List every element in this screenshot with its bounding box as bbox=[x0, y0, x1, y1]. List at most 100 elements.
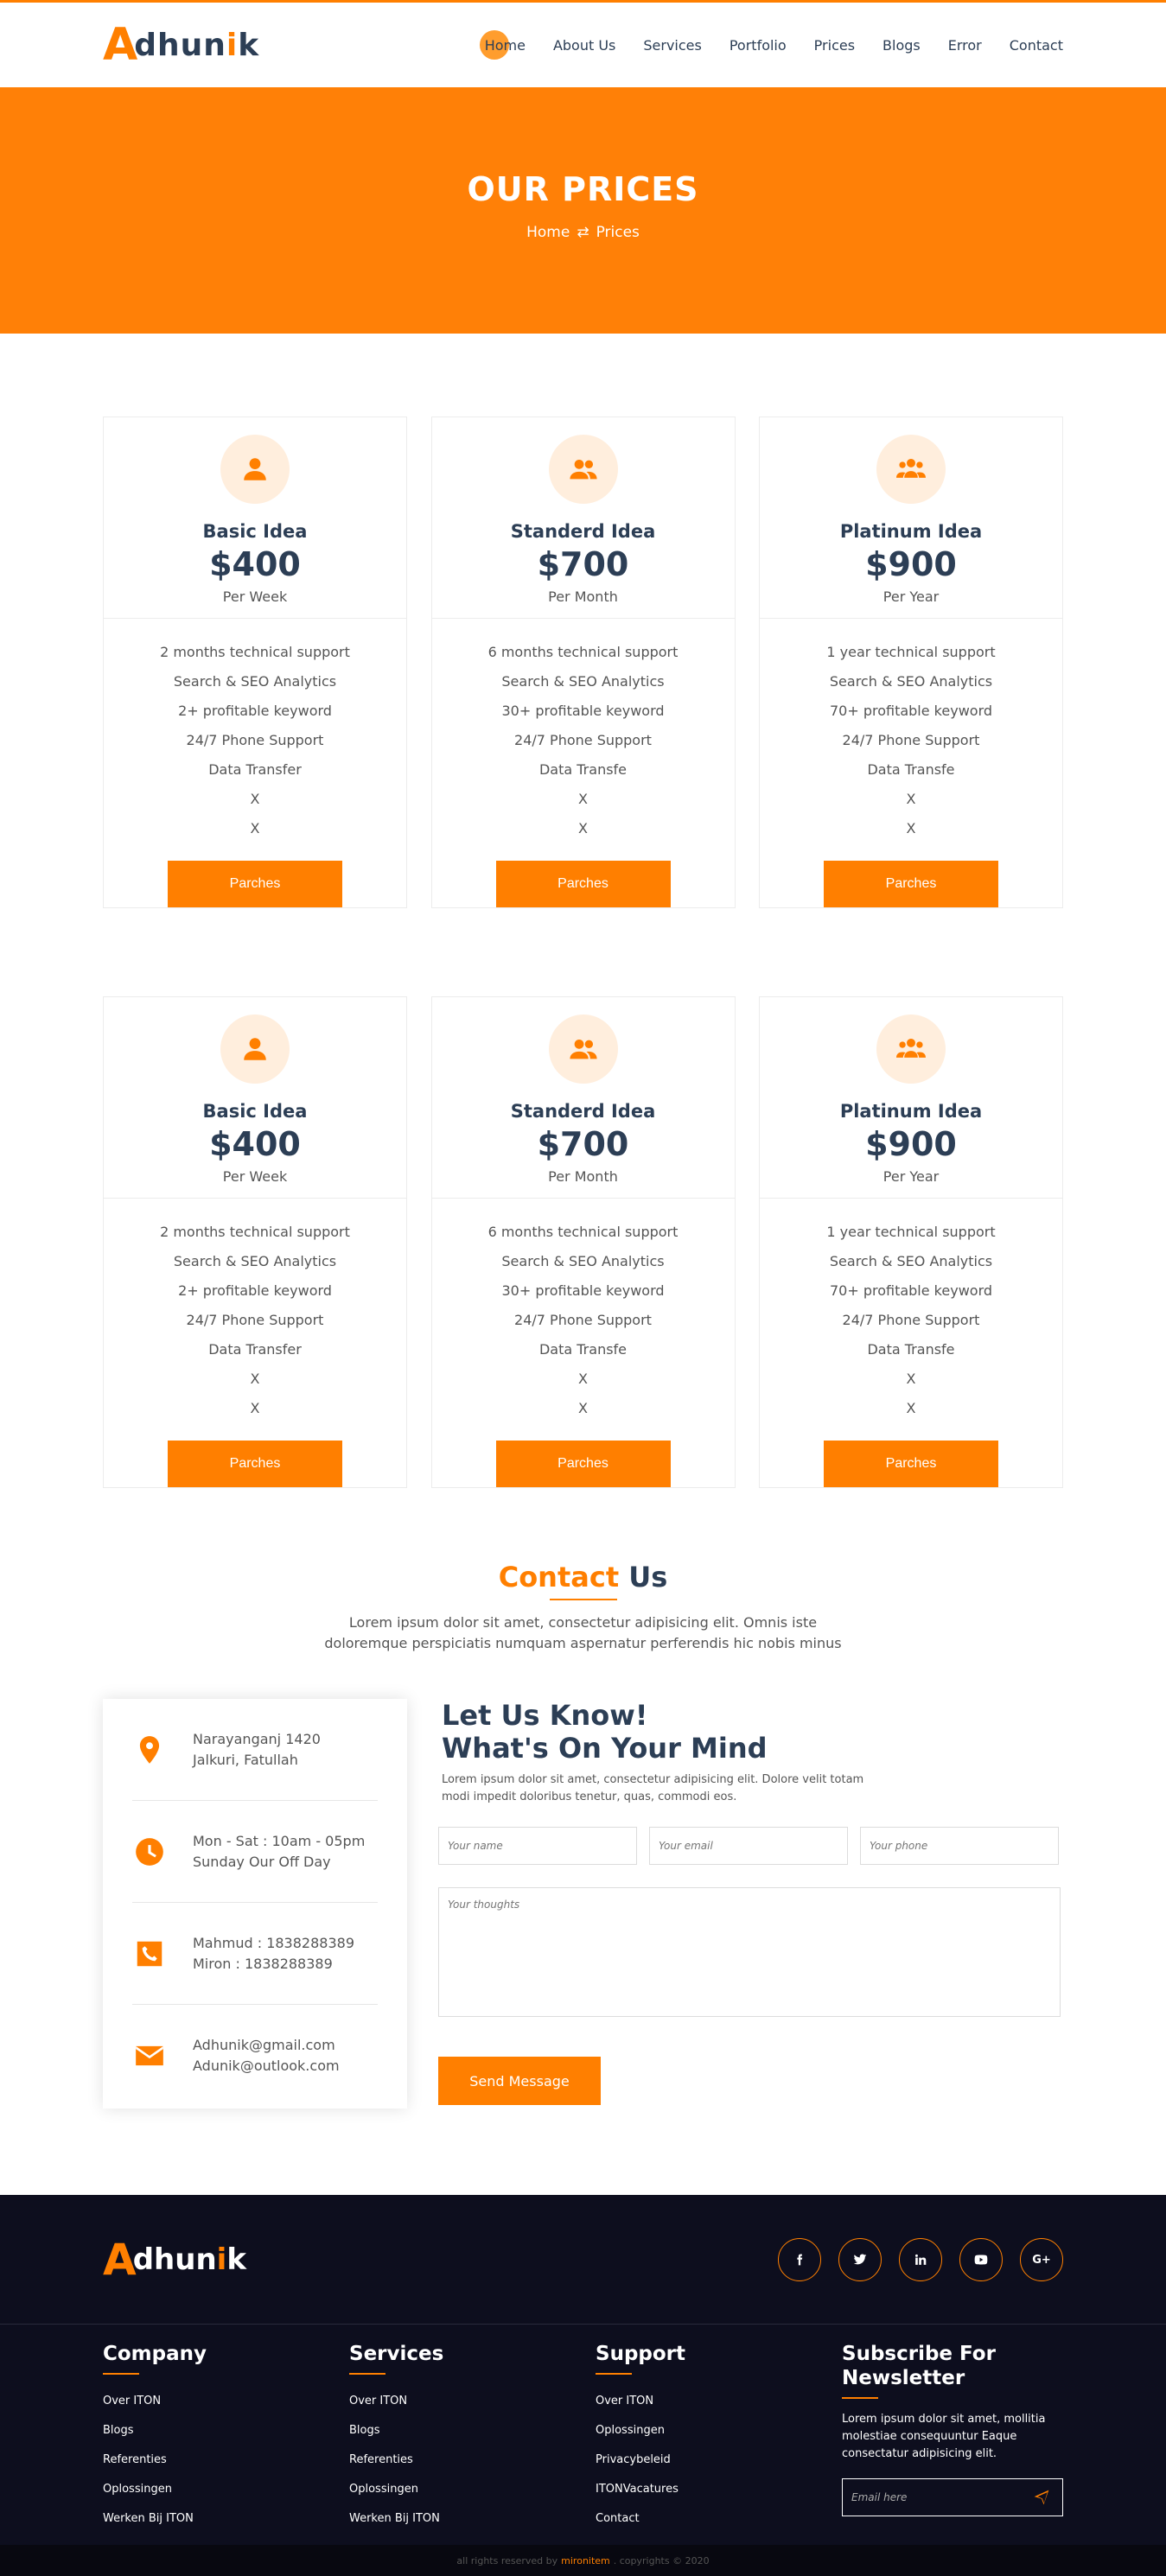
plan-price: $700 bbox=[537, 545, 629, 583]
footer-column-company: Company Over ITON Blogs Referenties Oplo… bbox=[103, 2342, 349, 2545]
plan-name: Platinum Idea bbox=[839, 521, 983, 542]
site-header: A dhunik Home About Us Services Portfoli… bbox=[0, 3, 1166, 87]
feature-list: 6 months technical support Search & SEO A… bbox=[432, 1199, 735, 1423]
plan-feature: 2 months technical support bbox=[160, 1224, 350, 1240]
user-icon bbox=[220, 1014, 290, 1084]
newsletter: Subscribe For Newsletter Lorem ipsum dol… bbox=[842, 2342, 1063, 2545]
main-nav: Home About Us Services Portfolio Prices … bbox=[457, 29, 1063, 60]
send-icon[interactable] bbox=[1033, 2489, 1050, 2506]
plan-name: Basic Idea bbox=[202, 521, 308, 542]
plan-feature: Data Transfer bbox=[208, 761, 302, 778]
plan-feature: X bbox=[578, 820, 588, 836]
plan-feature: 30+ profitable keyword bbox=[501, 1282, 665, 1299]
phone-item: Mahmud : 1838288389 Miron : 1838288389 bbox=[132, 1903, 378, 2005]
footer-link[interactable]: Over ITON bbox=[103, 2387, 349, 2416]
footer-link[interactable]: Blogs bbox=[349, 2416, 596, 2446]
footer-link[interactable]: ITONVacatures bbox=[596, 2475, 842, 2504]
breadcrumb-separator-icon: ⇄ bbox=[577, 223, 589, 241]
breadcrumb-home[interactable]: Home bbox=[526, 224, 570, 241]
footer-link[interactable]: Over ITON bbox=[596, 2387, 842, 2416]
plan-feature: 70+ profitable keyword bbox=[829, 1282, 993, 1299]
purchase-button[interactable]: Parches bbox=[495, 861, 671, 907]
nav-about[interactable]: About Us bbox=[553, 37, 615, 54]
footer-link[interactable]: Referenties bbox=[103, 2446, 349, 2475]
footer-link[interactable]: Oplossingen bbox=[596, 2416, 842, 2446]
purchase-button[interactable]: Parches bbox=[168, 861, 342, 907]
feature-list: 1 year technical support Search & SEO Ana… bbox=[760, 619, 1062, 843]
pricing-card: Standerd Idea $700 Per Month 6 months te… bbox=[430, 417, 736, 908]
name-field[interactable] bbox=[438, 1827, 637, 1865]
footer-logo[interactable]: A dhunik bbox=[103, 2238, 246, 2281]
plan-name: Basic Idea bbox=[202, 1101, 308, 1122]
plan-feature: X bbox=[906, 1371, 916, 1387]
purchase-button[interactable]: Parches bbox=[824, 1441, 998, 1487]
send-message-button[interactable]: Send Message bbox=[438, 2057, 601, 2105]
plan-feature: X bbox=[906, 791, 916, 807]
footer-link[interactable]: Oplossingen bbox=[103, 2475, 349, 2504]
footer-link[interactable]: Privacybeleid bbox=[596, 2446, 842, 2475]
pricing-card: Platinum Idea $900 Per Year 1 year techn… bbox=[759, 996, 1063, 1488]
contact-title: Contact Us bbox=[498, 1561, 668, 1593]
plan-feature: 70+ profitable keyword bbox=[829, 703, 993, 719]
page-title: OUR PRICES bbox=[467, 169, 699, 208]
nav-portfolio[interactable]: Portfolio bbox=[730, 37, 787, 54]
contact-info-box: Narayanganj 1420 Jalkuri, Fatullah Mon - … bbox=[103, 1699, 407, 2109]
newsletter-email-field[interactable]: Email here bbox=[842, 2478, 1063, 2516]
nav-contact[interactable]: Contact bbox=[1010, 37, 1063, 54]
nav-blogs[interactable]: Blogs bbox=[882, 37, 921, 54]
feature-list: 2 months technical support Search & SEO A… bbox=[104, 619, 406, 843]
plan-feature: 30+ profitable keyword bbox=[501, 703, 665, 719]
nav-home[interactable]: Home bbox=[479, 29, 526, 60]
purchase-button[interactable]: Parches bbox=[495, 1441, 671, 1487]
plan-feature: X bbox=[250, 820, 260, 836]
footer-link[interactable]: Werken Bij ITON bbox=[349, 2504, 596, 2534]
copyright: all rights reserved by mironitem. copyrig… bbox=[0, 2545, 1166, 2576]
clock-icon bbox=[132, 1835, 167, 1869]
contact-form: Let Us Know! What's On Your Mind Lorem ip… bbox=[438, 1699, 1062, 2109]
plan-price: $900 bbox=[865, 545, 957, 583]
users-icon bbox=[548, 435, 618, 504]
phone-field[interactable] bbox=[860, 1827, 1059, 1865]
pricing-row: Basic Idea $400 Per Week 2 months techni… bbox=[103, 996, 1063, 1488]
google-plus-icon[interactable]: G+ bbox=[1020, 2238, 1063, 2281]
plan-period: Per Week bbox=[222, 588, 288, 605]
purchase-button[interactable]: Parches bbox=[168, 1441, 342, 1487]
facebook-icon[interactable] bbox=[778, 2238, 821, 2281]
plan-period: Per Year bbox=[882, 1168, 940, 1185]
linkedin-icon[interactable] bbox=[899, 2238, 942, 2281]
twitter-icon[interactable] bbox=[838, 2238, 882, 2281]
plan-feature: 6 months technical support bbox=[487, 644, 679, 660]
plan-feature: Data Transfe bbox=[867, 761, 955, 778]
nav-error[interactable]: Error bbox=[948, 37, 982, 54]
plan-price: $400 bbox=[209, 545, 301, 583]
plan-feature: Data Transfe bbox=[867, 1341, 955, 1358]
footer-link[interactable]: Werken Bij ITON bbox=[103, 2504, 349, 2534]
pricing-row: Basic Idea $400 Per Week 2 months techni… bbox=[103, 417, 1063, 908]
plan-feature: 24/7 Phone Support bbox=[842, 732, 980, 748]
plan-feature: 2 months technical support bbox=[160, 644, 350, 660]
plan-feature: X bbox=[578, 1400, 588, 1416]
youtube-icon[interactable] bbox=[959, 2238, 1003, 2281]
nav-services[interactable]: Services bbox=[643, 37, 701, 54]
thoughts-field[interactable] bbox=[438, 1887, 1061, 2017]
footer-link[interactable]: Oplossingen bbox=[349, 2475, 596, 2504]
email-field[interactable] bbox=[649, 1827, 848, 1865]
plan-feature: 24/7 Phone Support bbox=[514, 732, 652, 748]
plan-price: $700 bbox=[537, 1125, 629, 1163]
plan-feature: Data Transfe bbox=[538, 761, 628, 778]
pricing-section: Basic Idea $400 Per Week 2 months techni… bbox=[0, 334, 1166, 1488]
purchase-button[interactable]: Parches bbox=[824, 861, 998, 907]
plan-period: Per Month bbox=[548, 588, 618, 605]
nav-prices[interactable]: Prices bbox=[814, 37, 855, 54]
footer-link[interactable]: Contact bbox=[596, 2504, 842, 2534]
footer-link[interactable]: Referenties bbox=[349, 2446, 596, 2475]
plan-feature: 24/7 Phone Support bbox=[842, 1312, 980, 1328]
brand-logo[interactable]: A dhunik bbox=[103, 22, 259, 67]
plan-period: Per Year bbox=[882, 588, 940, 605]
plan-feature: Search & SEO Analytics bbox=[829, 1253, 993, 1269]
plan-feature: 2+ profitable keyword bbox=[178, 1282, 332, 1299]
footer-link[interactable]: Over ITON bbox=[349, 2387, 596, 2416]
footer-link[interactable]: Blogs bbox=[103, 2416, 349, 2446]
plan-feature: X bbox=[250, 791, 260, 807]
plan-period: Per Week bbox=[222, 1168, 288, 1185]
